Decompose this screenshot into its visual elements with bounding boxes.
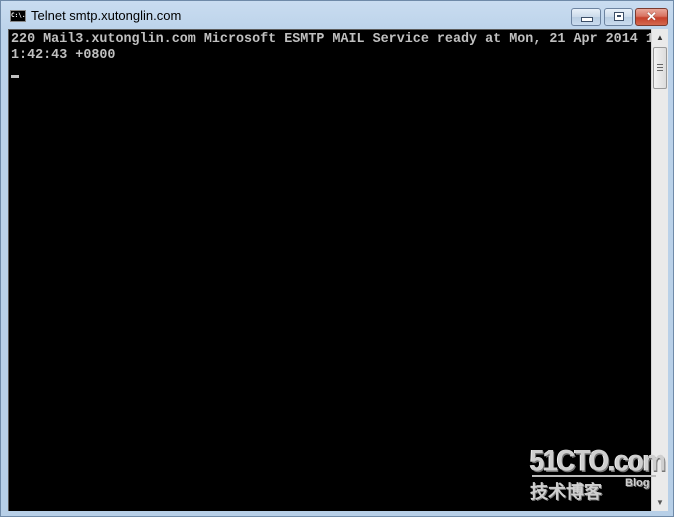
- minimize-icon: [581, 17, 593, 22]
- scroll-up-arrow-icon[interactable]: ▲: [652, 29, 668, 46]
- maximize-button[interactable]: [604, 8, 633, 26]
- grip-line: [657, 67, 663, 68]
- scroll-down-arrow-icon[interactable]: ▼: [652, 494, 668, 511]
- console-output[interactable]: 220 Mail3.xutonglin.com Microsoft ESMTP …: [8, 29, 651, 511]
- console-app-icon[interactable]: C:\.: [10, 10, 26, 22]
- text-cursor: [11, 75, 19, 78]
- telnet-window: C:\. Telnet smtp.xutonglin.com ✕ 220 Mai…: [0, 0, 674, 517]
- minimize-button[interactable]: [571, 8, 601, 26]
- close-icon: ✕: [646, 9, 657, 24]
- console-line: 1:42:43 +0800: [11, 48, 116, 63]
- close-button[interactable]: ✕: [635, 8, 668, 26]
- console-line: 220 Mail3.xutonglin.com Microsoft ESMTP …: [11, 32, 651, 47]
- window-title: Telnet smtp.xutonglin.com: [31, 8, 182, 23]
- grip-line: [657, 64, 663, 65]
- grip-line: [657, 70, 663, 71]
- scroll-thumb[interactable]: [653, 47, 667, 89]
- title-bar[interactable]: C:\. Telnet smtp.xutonglin.com ✕: [1, 1, 673, 29]
- vertical-scrollbar[interactable]: ▲ ▼: [651, 29, 668, 511]
- maximize-icon: [614, 12, 624, 21]
